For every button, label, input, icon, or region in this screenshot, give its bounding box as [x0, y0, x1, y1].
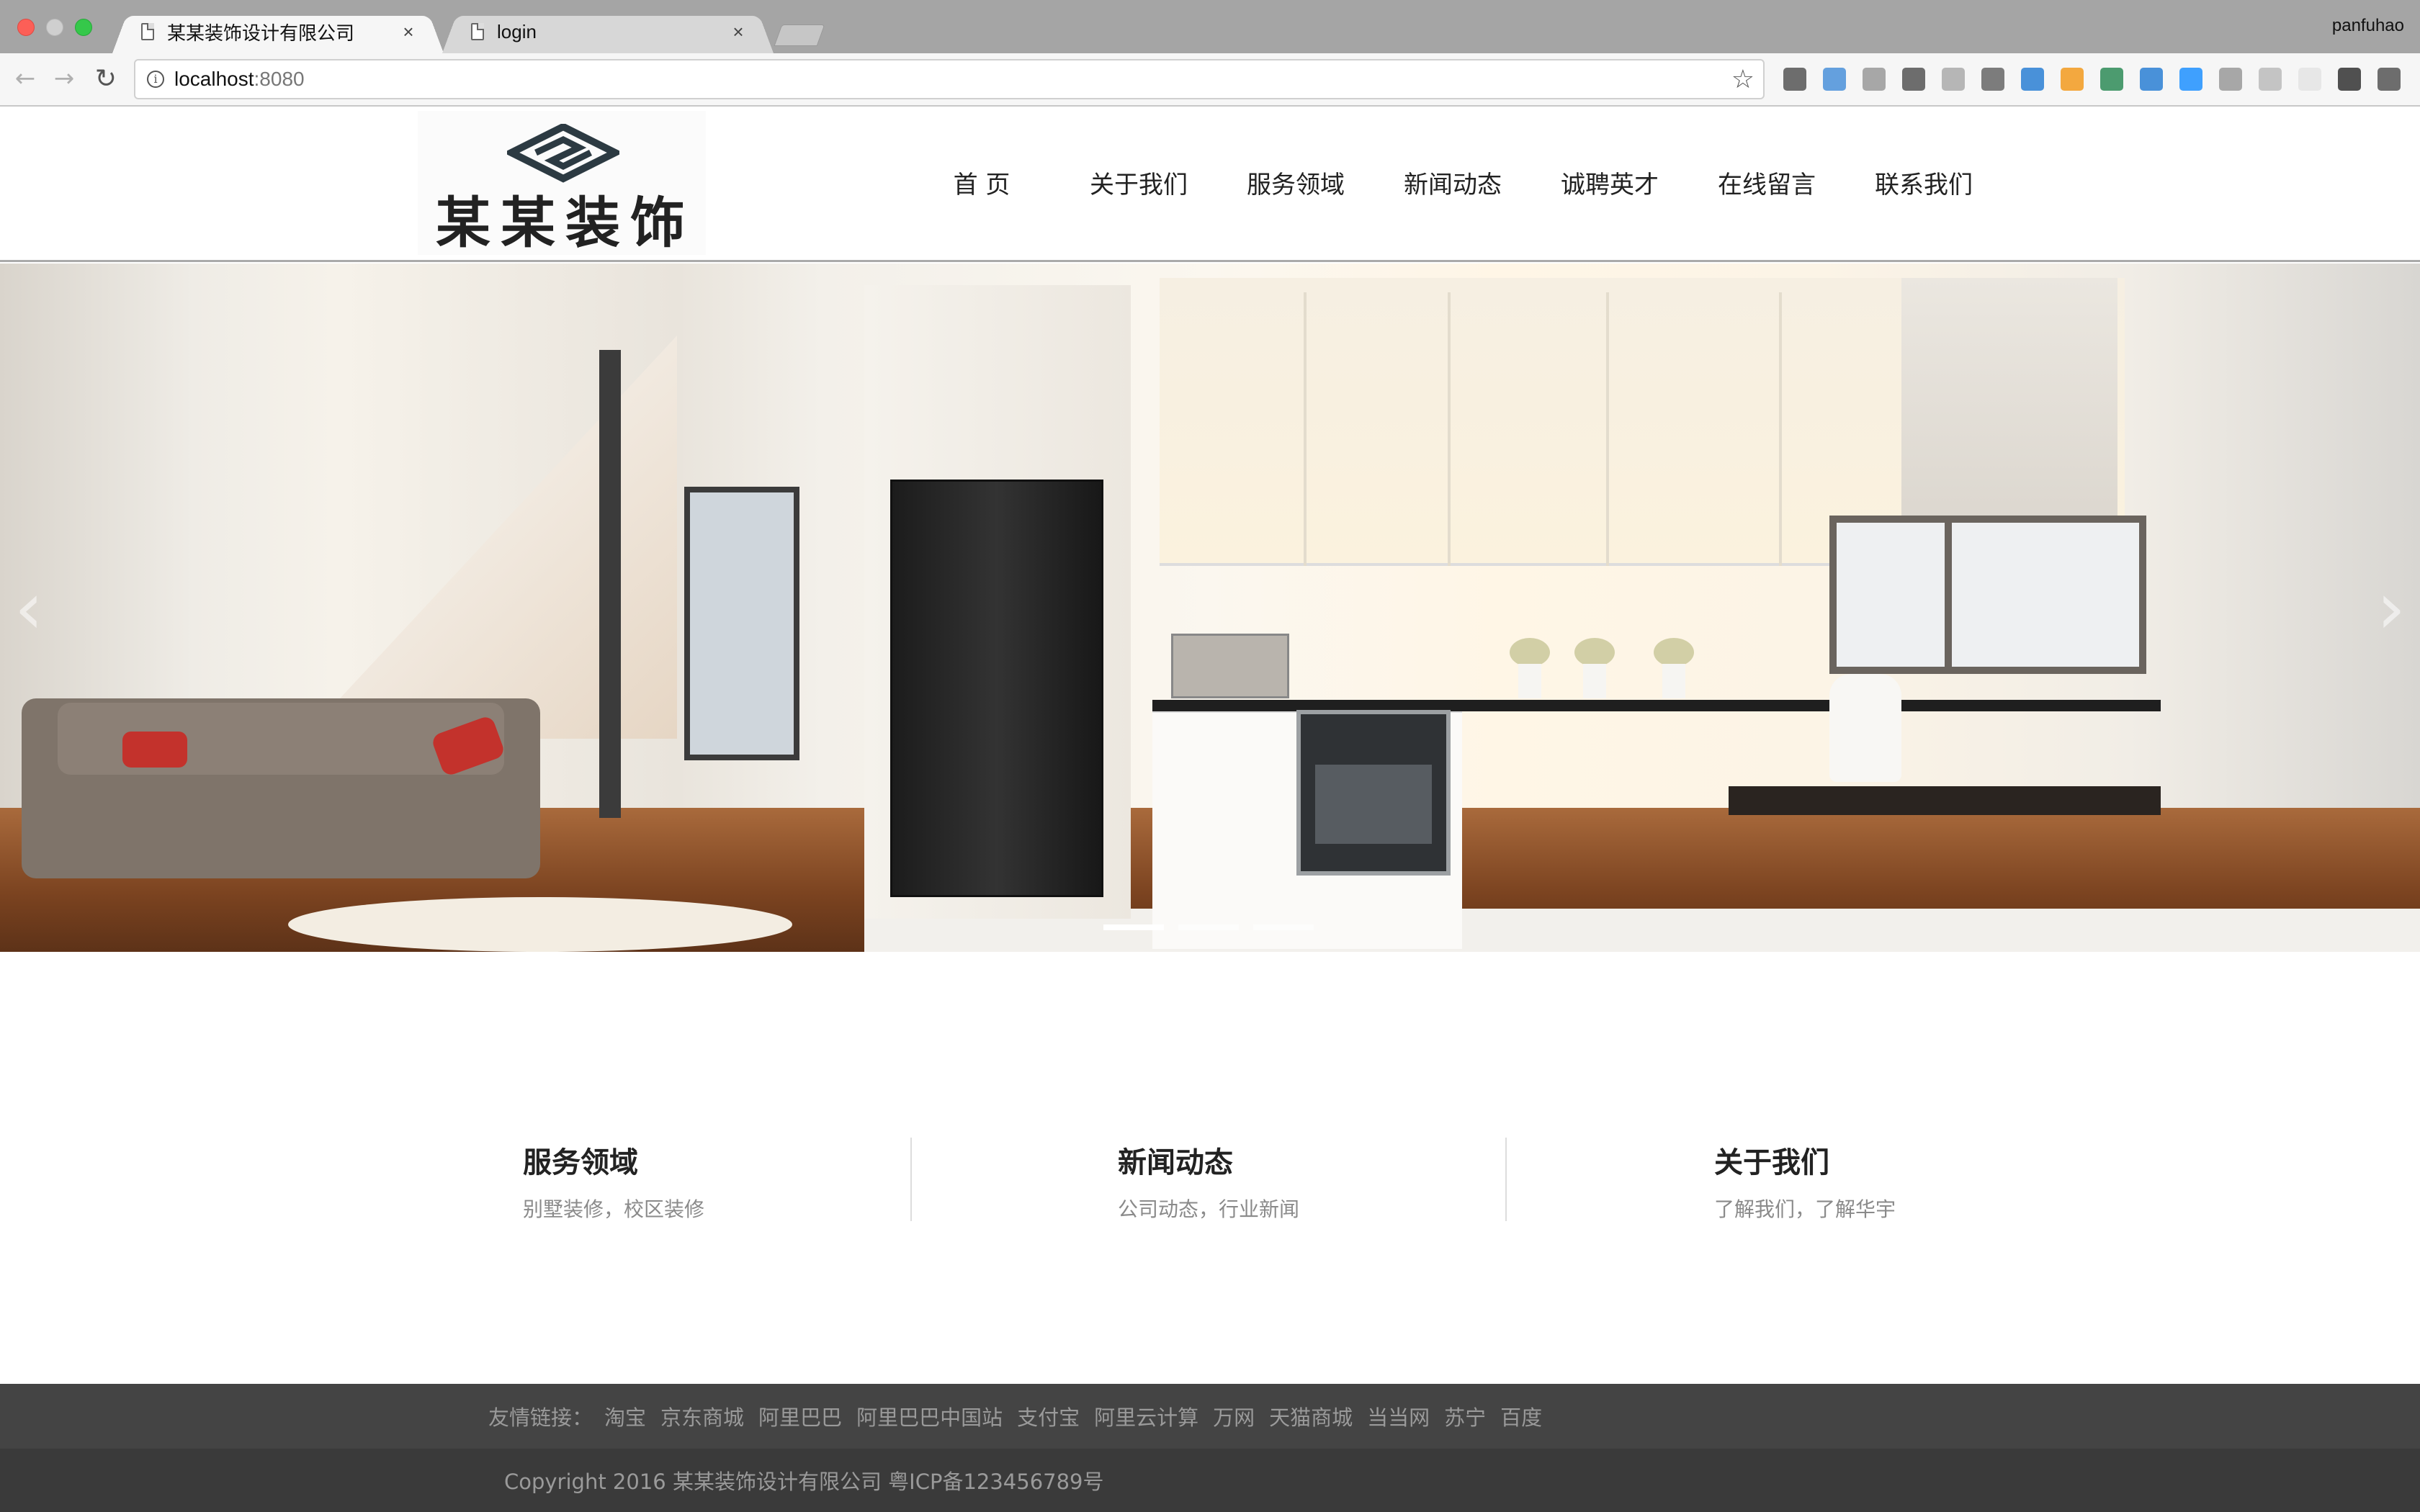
browser-toolbar: ← → ↻ i localhost:8080 ☆: [0, 53, 2420, 107]
close-window-button[interactable]: [17, 19, 35, 36]
x-icon[interactable]: [2338, 68, 2361, 91]
footer-link-tmall[interactable]: 天猫商城: [1269, 1401, 1353, 1431]
download-icon[interactable]: [1942, 68, 1965, 91]
page-icon: [141, 23, 154, 40]
feature-subtitle: 了解我们，了解华宇: [1714, 1197, 1896, 1221]
page-icon[interactable]: [2259, 68, 2282, 91]
site-logo[interactable]: 某某装饰: [418, 111, 706, 255]
hero-carousel[interactable]: ‹ ›: [0, 264, 2420, 952]
logo-text: 某某装饰: [436, 191, 695, 255]
forward-arrow-icon[interactable]: →: [48, 62, 81, 95]
nav-about[interactable]: 关于我们: [1060, 165, 1217, 200]
lightning-icon[interactable]: [2179, 68, 2202, 91]
copyright-text: Copyright 2016 某某装饰设计有限公司 粤ICP备123456789…: [504, 1470, 1104, 1494]
feature-subtitle: 别墅装修，校区装修: [523, 1197, 705, 1221]
footer-link-alibaba[interactable]: 阿里巴巴: [758, 1401, 842, 1431]
carousel-dot[interactable]: [1178, 924, 1239, 930]
browser-tab-bar: 某某装饰设计有限公司 × login × panfuhao: [0, 0, 2420, 53]
feature-news[interactable]: 新闻动态 公司动态，行业新闻: [1118, 1139, 1420, 1223]
site-header: 某某装饰 首 页 关于我们 服务领域 新闻动态 诚聘英才 在线留言 联系我们: [0, 107, 2420, 262]
jh-icon[interactable]: [1823, 68, 1846, 91]
reload-icon[interactable]: ↻: [89, 62, 122, 95]
browser-tab-active[interactable]: 某某装饰设计有限公司 ×: [112, 10, 444, 53]
s-icon[interactable]: [2140, 68, 2163, 91]
browser-tab-login[interactable]: login ×: [442, 10, 774, 53]
feature-title: 关于我们: [1714, 1146, 1829, 1179]
friend-links-label: 友情链接：: [488, 1405, 593, 1430]
carousel-next-icon[interactable]: ›: [2377, 566, 2406, 650]
nav-message[interactable]: 在线留言: [1688, 165, 1845, 200]
address-bar[interactable]: i localhost:8080 ☆: [134, 59, 1765, 99]
footer-link-aliyun[interactable]: 阿里云计算: [1094, 1401, 1198, 1431]
tag-icon[interactable]: [2061, 68, 2084, 91]
carousel-dot[interactable]: [1253, 924, 1314, 930]
nav-contact[interactable]: 联系我们: [1845, 165, 2002, 200]
feature-subtitle: 公司动态，行业新闻: [1118, 1197, 1300, 1221]
tab-close-icon[interactable]: ×: [398, 21, 419, 43]
feature-section: 服务领域 别墅装修，校区装修 新闻动态 公司动态，行业新闻 关于我们 了解我们，…: [0, 952, 2420, 1384]
footer-link-suning[interactable]: 苏宁: [1444, 1401, 1486, 1431]
footer-link-dangdang[interactable]: 当当网: [1367, 1401, 1430, 1431]
main-nav: 首 页 关于我们 服务领域 新闻动态 诚聘英才 在线留言 联系我们: [903, 107, 2002, 258]
carousel-dot[interactable]: [1103, 924, 1164, 930]
footer-link-wanwang[interactable]: 万网: [1213, 1401, 1255, 1431]
cb-icon[interactable]: [1863, 68, 1886, 91]
footer-link-alipay[interactable]: 支付宝: [1017, 1401, 1080, 1431]
evernote-icon[interactable]: [1902, 68, 1925, 91]
feature-title: 服务领域: [523, 1146, 638, 1179]
carousel-prev-icon[interactable]: ‹: [14, 566, 43, 650]
carousel-indicators: [1103, 924, 1314, 930]
profile-name[interactable]: panfuhao: [2332, 16, 2404, 36]
maximize-window-button[interactable]: [75, 19, 92, 36]
menu-icon[interactable]: [2378, 68, 2401, 91]
chart-icon[interactable]: [2100, 68, 2123, 91]
minimize-window-button[interactable]: [46, 19, 63, 36]
nav-home[interactable]: 首 页: [903, 165, 1060, 200]
tab-close-icon[interactable]: ×: [727, 21, 749, 43]
jsonview-icon[interactable]: [2021, 68, 2044, 91]
url-text[interactable]: localhost:8080: [174, 68, 305, 91]
footer-link-taobao[interactable]: 淘宝: [604, 1401, 646, 1431]
circle-icon[interactable]: [2298, 68, 2321, 91]
friend-links-bar: 友情链接： 淘宝 京东商城 阿里巴巴 阿里巴巴中国站 支付宝 阿里云计算 万网 …: [0, 1384, 2420, 1449]
nav-news[interactable]: 新闻动态: [1374, 165, 1531, 200]
copyright-bar: Copyright 2016 某某装饰设计有限公司 粤ICP备123456789…: [0, 1449, 2420, 1512]
nav-careers[interactable]: 诚聘英才: [1531, 165, 1688, 200]
tab-title: 某某装饰设计有限公司: [167, 22, 355, 44]
feature-divider: [910, 1138, 912, 1221]
nav-services[interactable]: 服务领域: [1217, 165, 1374, 200]
feature-title: 新闻动态: [1118, 1146, 1233, 1179]
bookmark-star-icon[interactable]: ☆: [1731, 65, 1754, 94]
footer-link-baidu[interactable]: 百度: [1500, 1401, 1542, 1431]
qr-code-icon[interactable]: [1783, 68, 1806, 91]
feature-services[interactable]: 服务领域 别墅装修，校区装修: [523, 1139, 825, 1223]
footer-link-jd[interactable]: 京东商城: [660, 1401, 744, 1431]
feature-about[interactable]: 关于我们 了解我们，了解华宇: [1714, 1139, 2017, 1223]
new-tab-button[interactable]: [774, 24, 825, 46]
bird-icon[interactable]: [2219, 68, 2242, 91]
binary-icon[interactable]: [1981, 68, 2004, 91]
footer-link-alibaba-china[interactable]: 阿里巴巴中国站: [856, 1401, 1003, 1431]
page-icon: [471, 23, 484, 40]
info-icon[interactable]: i: [147, 71, 164, 88]
feature-divider: [1505, 1138, 1507, 1221]
tab-title: login: [497, 20, 537, 42]
back-arrow-icon[interactable]: ←: [9, 62, 42, 95]
